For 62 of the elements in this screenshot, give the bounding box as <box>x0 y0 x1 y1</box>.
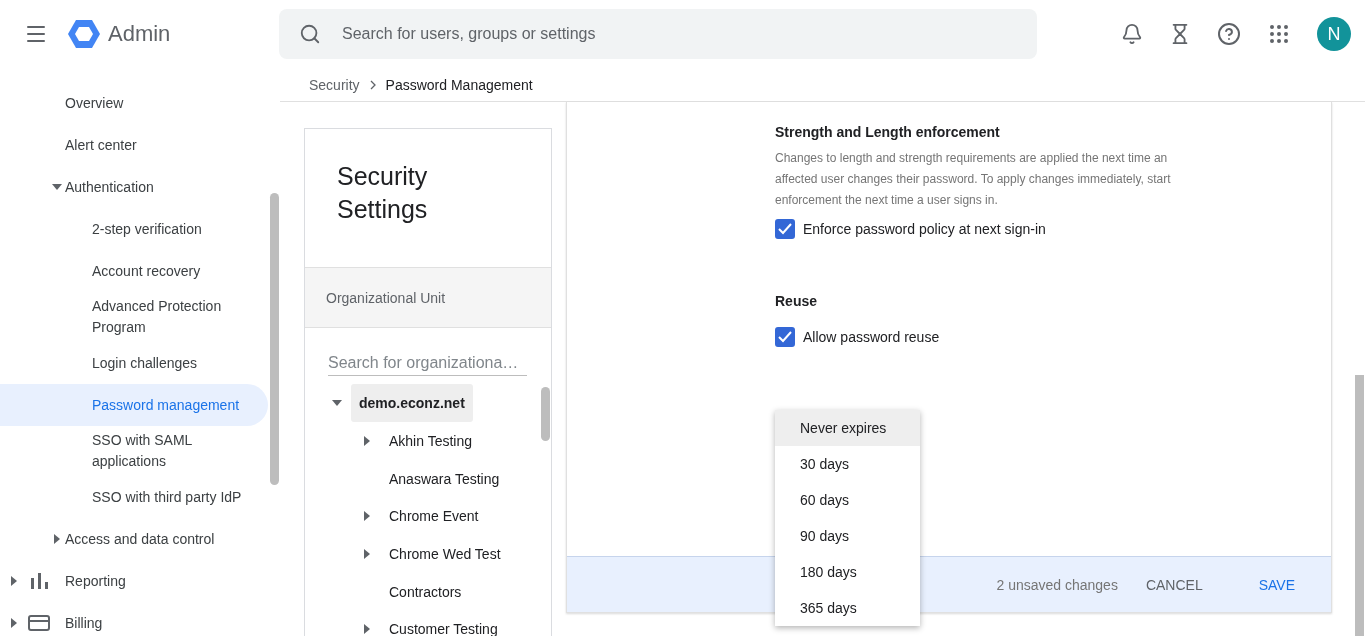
caret-icon[interactable] <box>54 534 60 544</box>
tree-item[interactable]: Anaswara Testing <box>389 470 500 487</box>
bar-chart-icon <box>31 573 49 589</box>
tree-item[interactable]: Contractors <box>389 583 462 600</box>
search-icon <box>299 23 321 45</box>
save-button[interactable]: SAVE <box>1258 568 1295 601</box>
sidebar-item[interactable]: Alert center <box>65 134 137 156</box>
caret-icon[interactable] <box>364 436 370 447</box>
tree-item[interactable]: Chrome Wed Test <box>389 546 501 562</box>
caret-icon[interactable] <box>364 549 370 559</box>
scrollbar[interactable] <box>270 193 279 485</box>
section-title: Strength and Length enforcement <box>775 123 1001 142</box>
bell-icon[interactable] <box>1121 23 1143 45</box>
tree-item[interactable]: demo.econz.net <box>351 384 473 423</box>
avatar[interactable]: N <box>1317 17 1351 51</box>
sidebar-item[interactable]: SSO with SAML applications <box>92 430 256 472</box>
sidebar-item[interactable]: Access and data control <box>65 528 215 550</box>
menu-item[interactable]: 180 days <box>775 554 920 590</box>
menu-item[interactable]: 90 days <box>775 518 920 554</box>
apps-grid-icon[interactable] <box>1267 22 1291 46</box>
sidebar-item[interactable]: Advanced Protection Program <box>92 296 256 338</box>
chevron-icon <box>369 79 376 90</box>
sidebar-item[interactable]: Reporting <box>65 570 126 592</box>
menu-item[interactable]: Never expires <box>775 410 920 446</box>
checkbox-label[interactable]: Enforce password policy at next sign-in <box>803 221 1046 237</box>
caret-icon[interactable] <box>11 576 17 586</box>
sidebar-item[interactable]: Billing <box>65 612 103 634</box>
section-description: Changes to length and strength requirements are applied the next time an affected user changes their password. To apply changes immediately, start enforcement the next time a user signs in. <box>775 150 1172 209</box>
scrollbar[interactable] <box>1355 375 1364 636</box>
tree-item[interactable]: Chrome Event <box>389 508 479 525</box>
search-bar[interactable]: Search for users, groups or settings <box>279 9 1037 59</box>
caret-icon[interactable] <box>11 618 17 628</box>
breadcrumb-item: Password Management <box>385 76 533 93</box>
sidebar-item[interactable]: Password management <box>92 394 240 416</box>
hexagon-logo-icon <box>68 20 100 48</box>
help-icon[interactable] <box>1217 22 1241 46</box>
breadcrumb-item[interactable]: Security <box>309 76 360 93</box>
scrollbar[interactable] <box>541 387 550 441</box>
app-name: Admin <box>108 21 171 47</box>
caret-icon[interactable] <box>364 511 370 522</box>
menu-item[interactable]: 30 days <box>775 446 920 482</box>
sidebar-item[interactable]: 2-step verification <box>92 218 202 240</box>
menu-item[interactable]: 60 days <box>775 482 920 518</box>
tree-item[interactable]: Akhin Testing <box>389 433 472 450</box>
section-title: Reuse <box>775 292 819 311</box>
sidebar-item[interactable]: Authentication <box>65 176 154 198</box>
checkbox[interactable] <box>775 219 795 239</box>
sidebar-item[interactable]: Account recovery <box>92 260 201 282</box>
section-label: Organizational Unit <box>305 268 551 328</box>
sidebar-item[interactable]: SSO with third party IdP <box>92 486 242 508</box>
sidebar-item[interactable]: Overview <box>65 92 124 114</box>
status-text: 2 unsaved changes <box>996 576 1118 593</box>
caret-icon[interactable] <box>364 624 370 635</box>
caret-icon[interactable] <box>52 184 62 190</box>
checkbox-label[interactable]: Allow password reuse <box>803 329 940 345</box>
sidebar-item-highlight[interactable]: Password management <box>0 384 268 426</box>
caret-icon[interactable] <box>332 400 342 407</box>
cancel-button[interactable]: CANCEL <box>1145 568 1203 601</box>
checkbox[interactable] <box>775 327 795 347</box>
menu-item[interactable]: 365 days <box>775 590 920 626</box>
search-field[interactable]: Search for users, groups or settings <box>340 24 1017 44</box>
sidebar-item[interactable]: Login challenges <box>92 352 198 374</box>
